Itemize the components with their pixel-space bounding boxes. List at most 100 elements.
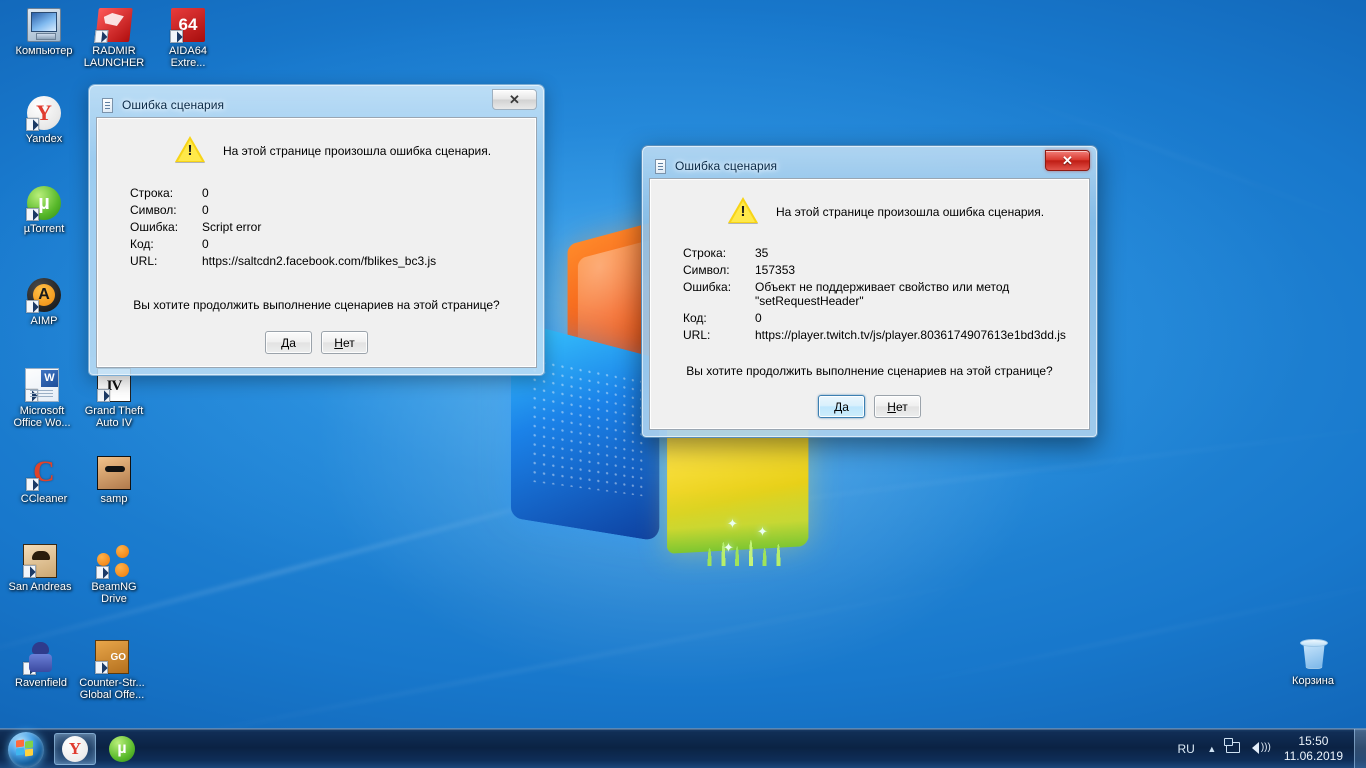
shortcut-arrow-icon bbox=[170, 30, 183, 43]
desktop-icon[interactable]: IV Grand Theft Auto IV bbox=[76, 368, 152, 429]
dialog2-button-no[interactable]: Нет bbox=[874, 395, 921, 418]
field-value: https://saltcdn2.facebook.com/fblikes_bc… bbox=[202, 254, 437, 268]
field-value: 0 bbox=[202, 237, 209, 251]
desktop-icon-label: BeamNG Drive bbox=[91, 581, 137, 605]
field-row: Ошибка: Script error bbox=[130, 220, 536, 234]
desktop-icon[interactable]: Y Yandex bbox=[6, 96, 82, 145]
computer-icon bbox=[27, 8, 61, 42]
taskbar-yandex-button[interactable]: Y bbox=[54, 732, 96, 765]
dialog2-titlebar[interactable]: Ошибка сценария ✕ bbox=[649, 150, 1090, 178]
desktop-icon[interactable]: Компьютер bbox=[6, 8, 82, 57]
sanandreas-icon bbox=[23, 544, 57, 578]
desktop-icon[interactable]: CCleaner bbox=[6, 456, 82, 505]
desktop-icon-label: CCleaner bbox=[20, 493, 68, 505]
document-icon bbox=[653, 158, 669, 174]
dialog1-client-area: ! На этой странице произошла ошибка сцен… bbox=[96, 117, 537, 368]
taskbar-utorrent-button[interactable]: µ bbox=[101, 733, 143, 765]
shortcut-arrow-icon bbox=[26, 300, 39, 313]
field-row: Строка: 35 bbox=[683, 246, 1089, 260]
dialog1-button-yes[interactable]: Да bbox=[265, 331, 312, 354]
dialog2-close-button[interactable]: ✕ bbox=[1045, 150, 1090, 171]
dialog1-titlebar[interactable]: Ошибка сценария ✕ bbox=[96, 89, 537, 117]
field-row: URL: https://saltcdn2.facebook.com/fblike… bbox=[130, 254, 536, 268]
script-error-dialog-2[interactable]: Ошибка сценария ✕ ! На этой странице про… bbox=[641, 145, 1098, 438]
desktop-icon-label: Компьютер bbox=[15, 45, 73, 57]
desktop-icon[interactable]: Ravenfield bbox=[3, 640, 79, 689]
utorrent-icon: µ bbox=[26, 186, 61, 221]
desktop-icon[interactable]: GO Counter-Str... Global Offe... bbox=[74, 640, 150, 701]
field-value: Script error bbox=[202, 220, 262, 234]
desktop-icon[interactable]: µ µTorrent bbox=[6, 186, 82, 235]
desktop-icon[interactable]: RADMIR LAUNCHER bbox=[76, 8, 152, 69]
desktop-icon[interactable]: AIMP bbox=[6, 278, 82, 327]
recycle-icon bbox=[1296, 638, 1330, 672]
shortcut-arrow-icon bbox=[97, 389, 110, 402]
field-row: Символ: 0 bbox=[130, 203, 536, 217]
field-label: Ошибка: bbox=[130, 220, 179, 234]
dialog1-button-no[interactable]: Нет bbox=[321, 331, 368, 354]
clock-time: 15:50 bbox=[1298, 733, 1329, 748]
dialog2-button-yes[interactable]: Да bbox=[818, 395, 865, 418]
desktop-icon-label: AIMP bbox=[30, 315, 58, 327]
field-row: Символ: 157353 bbox=[683, 263, 1089, 277]
field-value: Объект не поддерживает свойство или мето… bbox=[755, 280, 1010, 308]
shortcut-arrow-icon bbox=[23, 662, 36, 675]
start-button[interactable] bbox=[3, 730, 49, 768]
desktop-icon[interactable]: MicrosoftOffice Wo... bbox=[4, 368, 80, 429]
field-value: 0 bbox=[755, 311, 762, 325]
dialog2-client-area: ! На этой странице произошла ошибка сцен… bbox=[649, 178, 1090, 430]
field-label: Строка: bbox=[130, 186, 174, 200]
aida-icon: 64 bbox=[170, 8, 205, 43]
desktop-icon-label: San Andreas bbox=[8, 581, 72, 593]
shortcut-arrow-icon bbox=[94, 30, 109, 43]
script-error-dialog-1[interactable]: Ошибка сценария ✕ ! На этой странице про… bbox=[88, 84, 545, 376]
csgo-icon: GO bbox=[95, 640, 129, 674]
desktop-icon-label: RADMIR LAUNCHER bbox=[83, 45, 145, 69]
desktop-icon-label: Корзина bbox=[1292, 675, 1334, 687]
dialog1-close-button[interactable]: ✕ bbox=[492, 89, 537, 110]
dialog1-question: Вы хотите продолжить выполнение сценарие… bbox=[133, 298, 500, 312]
desktop-icon[interactable]: samp bbox=[76, 456, 152, 505]
system-tray: RU ▲ ))) 15:50 11.06.2019 bbox=[1169, 728, 1366, 768]
language-indicator[interactable]: RU bbox=[1169, 742, 1202, 756]
field-value: 35 bbox=[755, 246, 769, 260]
shortcut-arrow-icon bbox=[25, 389, 38, 402]
shortcut-arrow-icon bbox=[95, 661, 108, 674]
shortcut-arrow-icon bbox=[26, 118, 39, 131]
desktop-icon-label: samp bbox=[100, 493, 128, 505]
desktop-icon[interactable]: Корзина bbox=[1275, 638, 1351, 687]
field-label: Ошибка: bbox=[683, 280, 732, 294]
dialog1-title: Ошибка сценария bbox=[122, 97, 225, 112]
field-value: 0 bbox=[202, 203, 209, 217]
samp-icon bbox=[97, 456, 131, 490]
desktop-icon-label: Ravenfield bbox=[15, 677, 67, 689]
sparkle-icon: ✦ bbox=[727, 516, 738, 531]
warning-icon: ! bbox=[728, 197, 758, 224]
warning-icon: ! bbox=[175, 136, 205, 163]
desktop-icon-label: Yandex bbox=[25, 133, 63, 145]
taskbar[interactable]: Yµ RU ▲ ))) 15:50 11.06.2019 bbox=[0, 728, 1366, 768]
show-hidden-icons-button[interactable]: ▲ bbox=[1203, 744, 1221, 754]
field-value: https://player.twitch.tv/js/player.80361… bbox=[755, 328, 1066, 342]
beamng-icon bbox=[96, 544, 131, 579]
desktop-icon-label: µTorrent bbox=[23, 223, 65, 235]
clock-date: 11.06.2019 bbox=[1283, 748, 1343, 763]
field-value: 0 bbox=[202, 186, 209, 200]
desktop-icon[interactable]: San Andreas bbox=[2, 544, 78, 593]
clock[interactable]: 15:50 11.06.2019 bbox=[1273, 734, 1354, 764]
field-row: Код: 0 bbox=[683, 311, 1089, 325]
sparkle-icon: ✦ bbox=[757, 524, 768, 539]
shortcut-arrow-icon bbox=[26, 478, 39, 491]
dialog2-title: Ошибка сценария bbox=[675, 158, 778, 173]
ravenfield-icon bbox=[23, 640, 58, 675]
network-icon[interactable] bbox=[1223, 737, 1245, 761]
dialog1-buttons: Да Нет bbox=[97, 331, 536, 354]
shortcut-arrow-icon bbox=[23, 565, 36, 578]
show-desktop-button[interactable] bbox=[1354, 728, 1366, 768]
desktop-icon[interactable]: 64 AIDA64 Extre... bbox=[150, 8, 226, 69]
field-label: Символ: bbox=[130, 203, 177, 217]
desktop-icon[interactable]: BeamNG Drive bbox=[76, 544, 152, 605]
aimp-icon bbox=[26, 278, 61, 313]
volume-icon[interactable]: ))) bbox=[1249, 737, 1271, 761]
field-label: Код: bbox=[683, 311, 707, 325]
